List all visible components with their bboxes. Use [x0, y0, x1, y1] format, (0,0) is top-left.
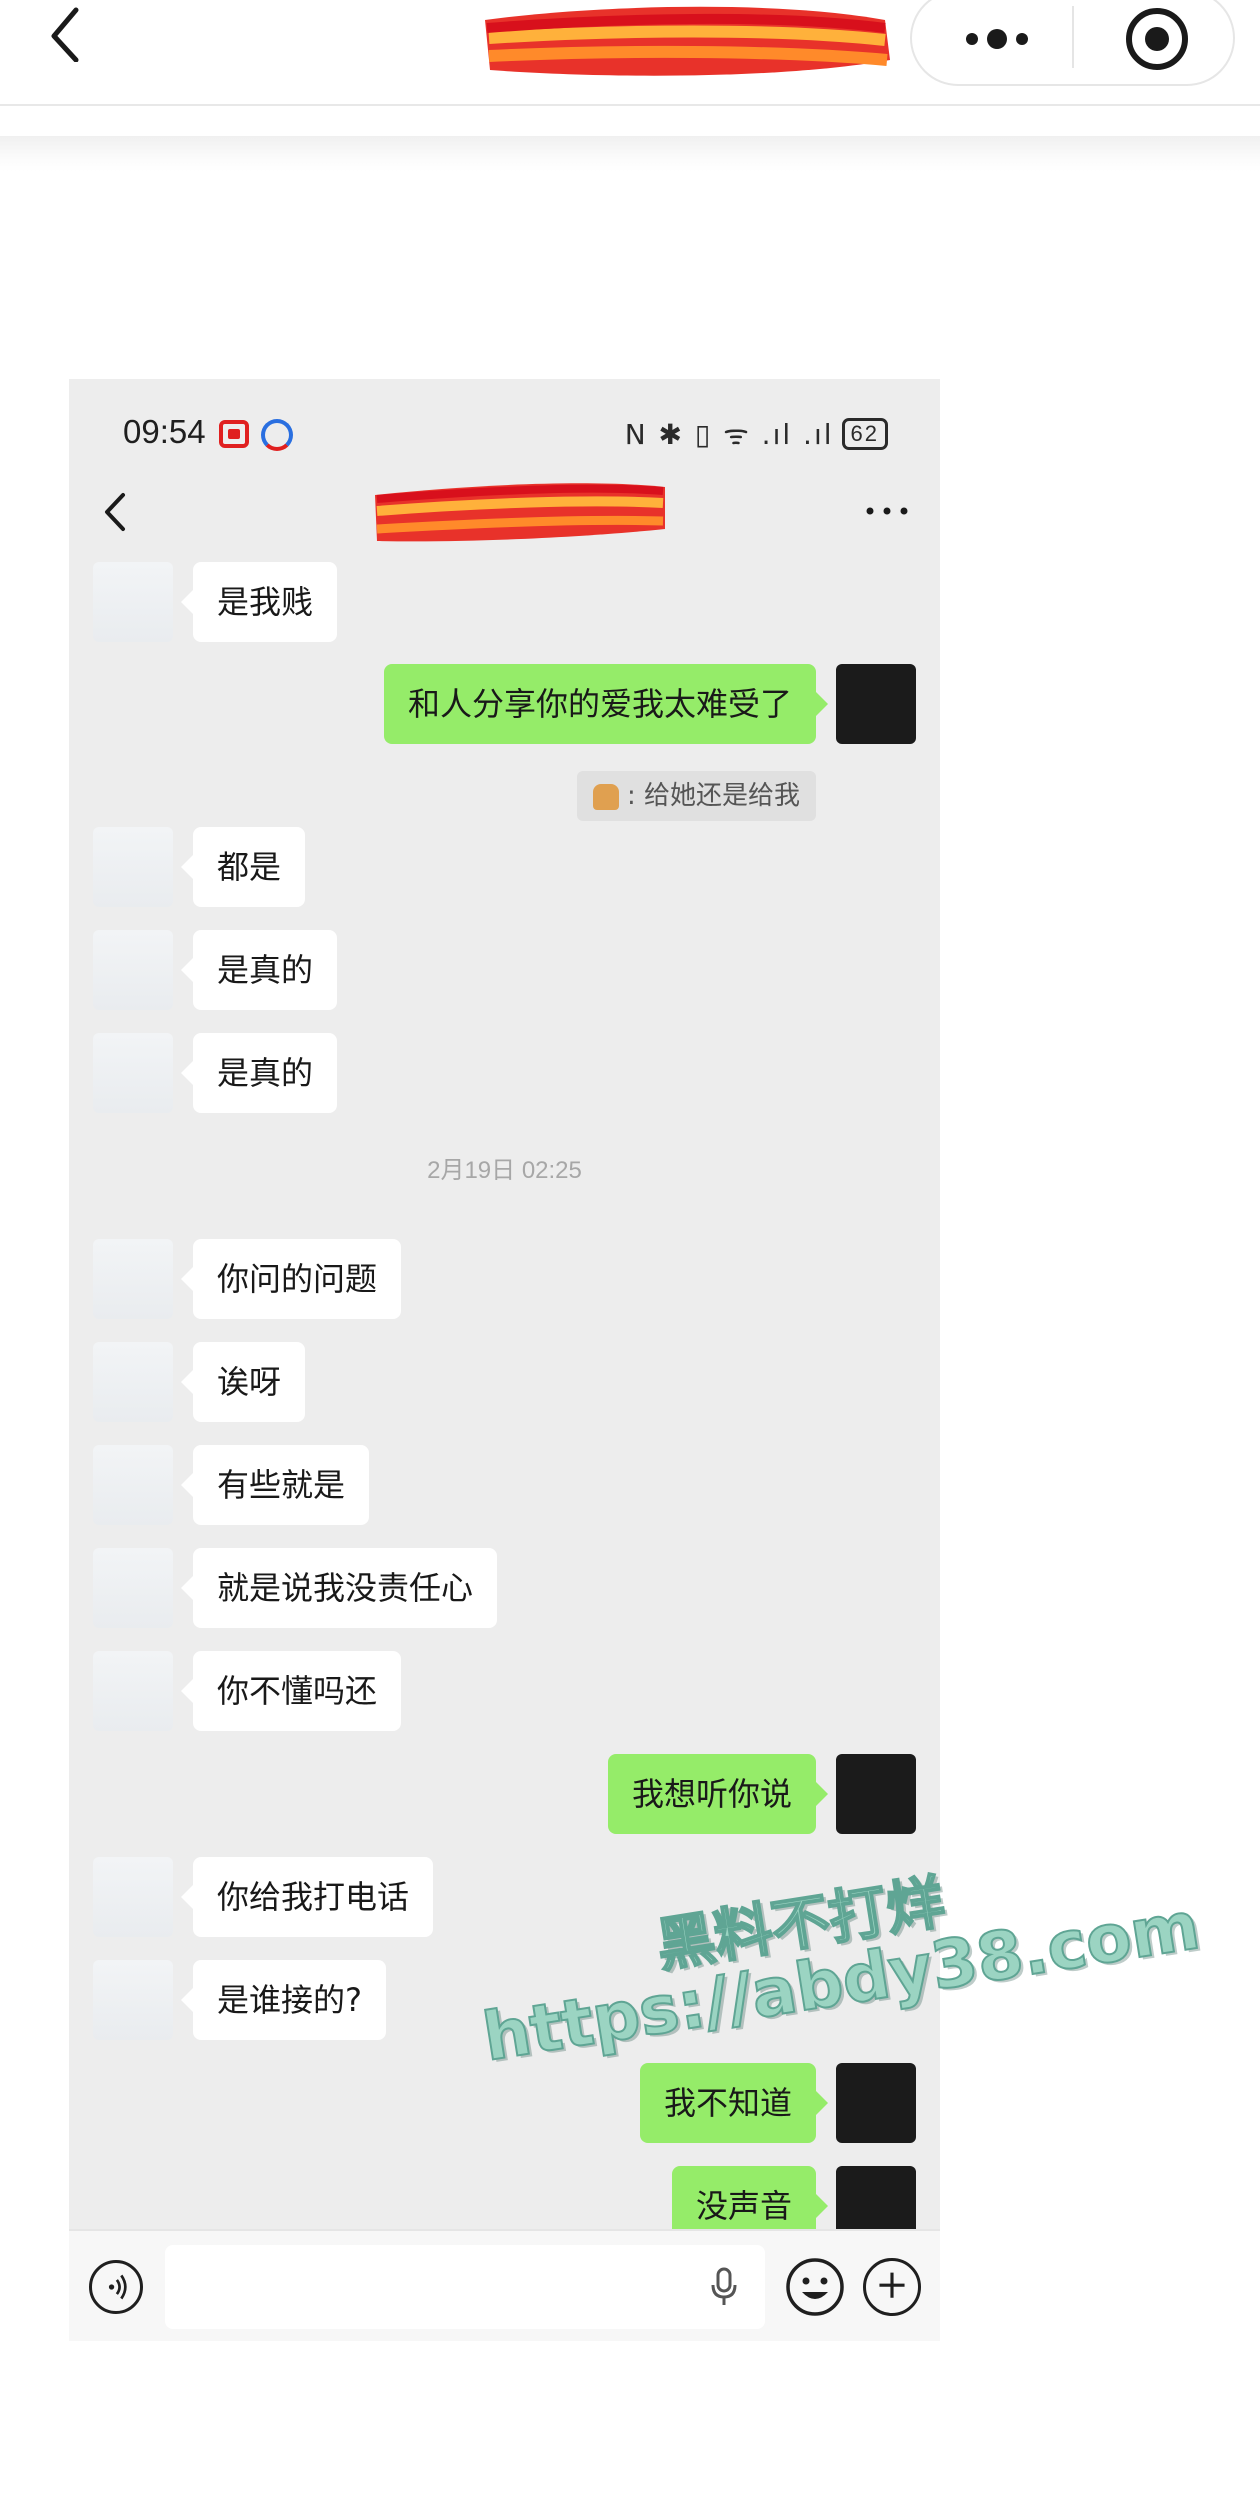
message-bubble[interactable]: 你不懂吗还 [180, 1651, 402, 1731]
message-bubble[interactable]: 就是说我没责任心 [180, 1548, 498, 1628]
message-bubble[interactable]: 是真的 [180, 930, 338, 1010]
redacted-title-scribble [485, 6, 890, 76]
shadow-divider [0, 136, 1260, 172]
self-avatar[interactable] [836, 1754, 916, 1834]
contact-avatar[interactable] [93, 562, 173, 642]
capsule-divider [1072, 6, 1074, 68]
browser-top-bar [0, 0, 1260, 104]
contact-avatar[interactable] [93, 1239, 173, 1319]
message-bubble[interactable]: 我不知道 [639, 2063, 829, 2143]
contact-avatar[interactable] [93, 1857, 173, 1937]
message-bubble[interactable]: 和人分享你的爱我太难受了 [383, 664, 829, 744]
quoted-reply[interactable]: : 给她还是给我 [576, 771, 816, 821]
status-bar: 09:54 N ✱ ▯ ᯤ .ıl .ıl 62 [69, 379, 940, 469]
contact-avatar[interactable] [93, 930, 173, 1010]
self-avatar[interactable] [836, 2063, 916, 2143]
message-bubble[interactable]: 是谁接的? [181, 1960, 386, 2040]
contact-avatar[interactable] [93, 1445, 173, 1525]
message-bubble[interactable]: 是我贱 [180, 562, 338, 642]
more-dots-icon[interactable] [952, 14, 1042, 64]
signal-icons: N ✱ ▯ ᯤ .ıl .ıl [624, 418, 834, 451]
chat-header [69, 469, 940, 555]
status-icons: N ✱ ▯ ᯤ .ıl .ıl 62 [625, 415, 888, 453]
target-icon[interactable] [1124, 6, 1190, 72]
chat-input-bar [69, 2229, 940, 2341]
message-bubble[interactable]: 我想听你说 [607, 1754, 829, 1834]
mini-program-capsule [910, 0, 1235, 86]
app-notification-icon [261, 419, 293, 451]
self-avatar[interactable] [836, 664, 916, 744]
app-notification-icon [219, 420, 249, 448]
battery-icon: 62 [841, 418, 888, 450]
emoji-icon[interactable] [784, 2256, 846, 2318]
message-bubble[interactable]: 有些就是 [180, 1445, 370, 1525]
message-bubble[interactable]: 你给我打电话 [180, 1857, 434, 1937]
back-arrow-icon[interactable] [99, 489, 129, 535]
bread-emoji-icon [592, 783, 619, 810]
message-bubble[interactable]: 你问的问题 [180, 1239, 402, 1319]
contact-avatar[interactable] [93, 1548, 173, 1628]
contact-avatar[interactable] [93, 1342, 173, 1422]
message-input[interactable] [165, 2245, 765, 2329]
more-dots-icon[interactable] [862, 499, 912, 523]
contact-avatar[interactable] [93, 827, 173, 907]
divider [0, 104, 1260, 106]
microphone-icon[interactable] [709, 2267, 739, 2307]
contact-avatar[interactable] [93, 1960, 173, 2040]
redacted-contact-name [375, 483, 665, 542]
contact-avatar[interactable] [93, 1651, 173, 1731]
back-arrow-icon[interactable] [40, 6, 90, 62]
quoted-reply-text: : 给她还是给我 [626, 781, 800, 811]
chat-timestamp: 2月19日 02:25 [427, 1157, 582, 1184]
plus-icon[interactable] [863, 2258, 921, 2316]
voice-input-icon[interactable] [89, 2260, 143, 2314]
contact-avatar[interactable] [93, 1033, 173, 1113]
message-bubble[interactable]: 都是 [180, 827, 306, 907]
message-bubble[interactable]: 是真的 [180, 1033, 338, 1113]
status-time: 09:54 [123, 413, 206, 450]
message-bubble[interactable]: 诶呀 [180, 1342, 306, 1422]
